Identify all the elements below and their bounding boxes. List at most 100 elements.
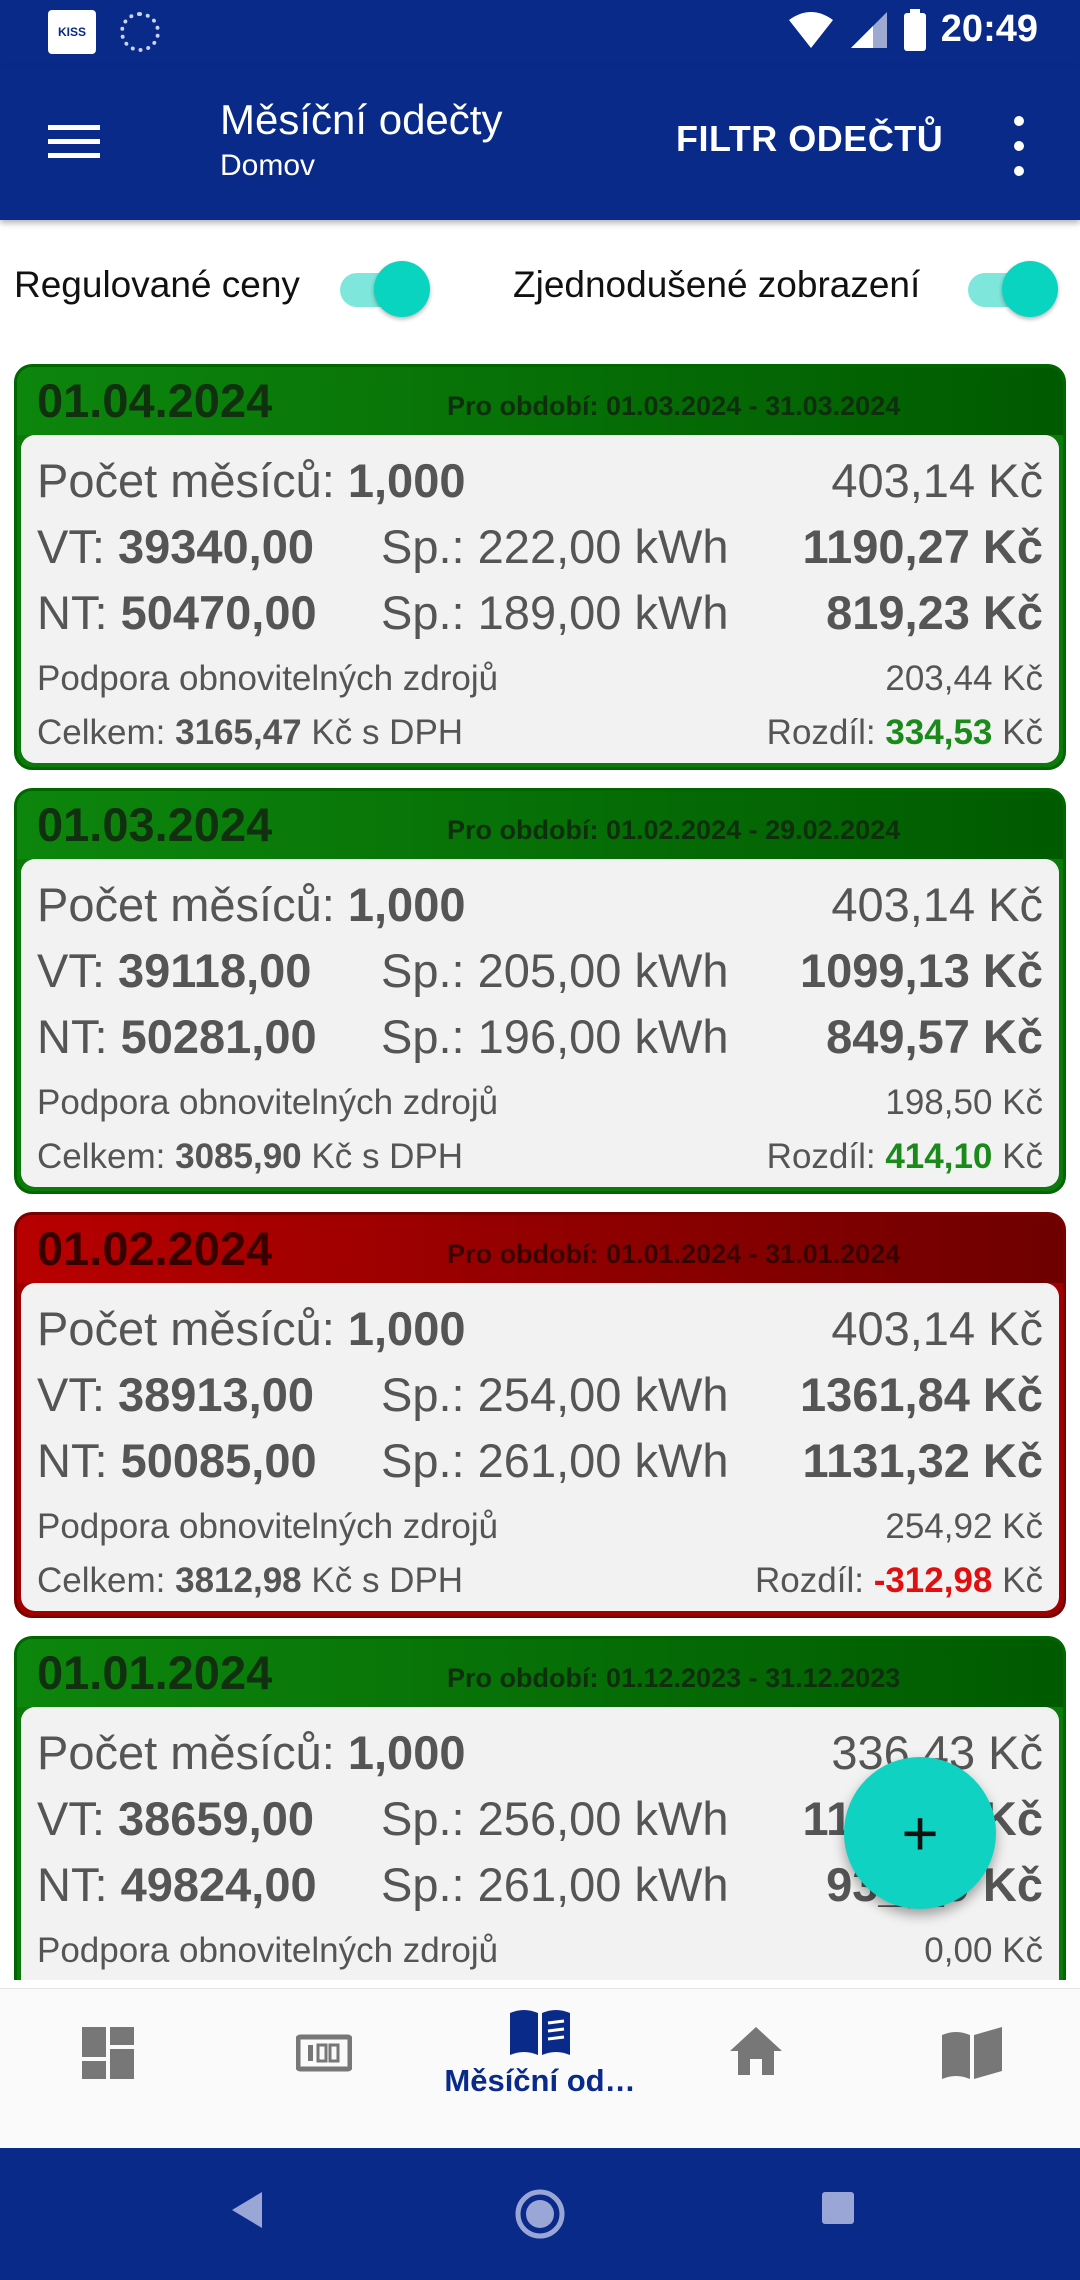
page-subtitle: Domov — [220, 149, 316, 182]
vt-row: VT: 39340,00 Sp.: 222,00 kWh 1190,27 Kč — [37, 519, 1043, 574]
nt-sp-label: Sp.: — [381, 586, 465, 639]
vt-value: 38913,00 — [117, 1368, 315, 1421]
reading-card[interactable]: 01.04.2024 Pro období: 01.03.2024 - 31.0… — [14, 364, 1066, 770]
months-label: Počet měsíců: — [37, 454, 335, 507]
total-row: Celkem: 3085,90 Kč s DPH Rozdíl: 414,10 … — [37, 1137, 1043, 1177]
support-row: Podpora obnovitelných zdrojů 254,92 Kč — [37, 1507, 1043, 1547]
sync-icon — [120, 12, 160, 52]
kiss-app-icon: KISS — [48, 10, 96, 54]
difference-value: 414,10 — [885, 1137, 993, 1176]
home-icon — [730, 2027, 782, 2075]
total-value: 3812,98 — [175, 1561, 302, 1600]
vt-row: VT: 38913,00 Sp.: 254,00 kWh 1361,84 Kč — [37, 1367, 1043, 1422]
nt-sp-label: Sp.: — [381, 1434, 465, 1487]
nav-item-home[interactable] — [648, 1989, 864, 2149]
total-suffix: Kč s DPH — [311, 1137, 464, 1176]
nt-label: NT: — [37, 586, 108, 639]
difference-label: Rozdíl: — [766, 1137, 876, 1176]
simplified-view-label: Zjednodušené zobrazení — [513, 264, 921, 305]
nav-item-meter[interactable] — [216, 1989, 432, 2149]
vt-consumption: 256,00 kWh — [477, 1792, 729, 1845]
support-cost: 198,50 Kč — [885, 1083, 1043, 1122]
vt-cost: 1099,13 Kč — [799, 944, 1043, 997]
total-label: Celkem: — [37, 1561, 166, 1600]
months-row: Počet měsíců: 1,000 403,14 Kč — [37, 877, 1043, 932]
support-row: Podpora obnovitelných zdrojů 0,00 Kč — [37, 1931, 1043, 1971]
total-row: Celkem: 3165,47 Kč s DPH Rozdíl: 334,53 … — [37, 713, 1043, 753]
nt-sp-label: Sp.: — [381, 1010, 465, 1063]
vt-cost: 1361,84 Kč — [799, 1368, 1043, 1421]
nt-label: NT: — [37, 1858, 108, 1911]
more-options-icon[interactable] — [1004, 116, 1034, 176]
support-row: Podpora obnovitelných zdrojů 198,50 Kč — [37, 1083, 1043, 1123]
vt-value: 39340,00 — [117, 520, 315, 573]
total-label: Celkem: — [37, 1137, 166, 1176]
recents-icon[interactable] — [820, 2188, 856, 2228]
total-suffix: Kč s DPH — [311, 713, 464, 752]
support-label: Podpora obnovitelných zdrojů — [37, 1931, 499, 1970]
status-time: 20:49 — [940, 8, 1038, 50]
meter-icon — [296, 2034, 352, 2072]
nt-label: NT: — [37, 1010, 108, 1063]
vt-sp-label: Sp.: — [381, 1792, 465, 1845]
nt-cost: 849,57 Kč — [826, 1010, 1043, 1063]
system-navigation-bar — [0, 2148, 1080, 2280]
total-label: Celkem: — [37, 713, 166, 752]
total-value: 3085,90 — [175, 1137, 302, 1176]
fixed-cost: 403,14 Kč — [831, 1302, 1043, 1355]
nt-consumption: 261,00 kWh — [477, 1434, 729, 1487]
reading-period: Pro období: 01.03.2024 - 31.03.2024 — [447, 391, 901, 421]
wifi-icon — [788, 11, 833, 48]
reading-card-body: Počet měsíců: 1,000 403,14 Kč VT: 39118,… — [21, 859, 1059, 1187]
difference-label: Rozdíl: — [755, 1561, 864, 1600]
support-cost: 0,00 Kč — [924, 1931, 1043, 1970]
add-reading-button[interactable]: + — [844, 1757, 996, 1909]
nav-item-manual[interactable] — [864, 1989, 1080, 2149]
support-cost: 254,92 Kč — [885, 1507, 1043, 1546]
vt-consumption: 254,00 kWh — [477, 1368, 729, 1421]
reading-card-body: Počet měsíců: 1,000 403,14 Kč VT: 38913,… — [21, 1283, 1059, 1611]
months-value: 1,000 — [347, 1302, 466, 1355]
reading-date: 01.02.2024 — [37, 1222, 273, 1275]
regulated-prices-switch[interactable] — [340, 258, 430, 318]
simplified-view-switch[interactable] — [968, 258, 1058, 318]
reading-card-header: 01.01.2024 Pro období: 01.12.2023 - 31.1… — [17, 1639, 1063, 1707]
reading-period: Pro období: 01.12.2023 - 31.12.2023 — [447, 1663, 901, 1693]
difference-currency: Kč — [1002, 1137, 1043, 1176]
difference-label: Rozdíl: — [766, 713, 876, 752]
nt-row: NT: 50085,00 Sp.: 261,00 kWh 1131,32 Kč — [37, 1433, 1043, 1488]
readings-list[interactable]: 01.04.2024 Pro období: 01.03.2024 - 31.0… — [0, 364, 1080, 1980]
kiss-logo-text: KISS — [57, 25, 86, 39]
support-row: Podpora obnovitelných zdrojů 203,44 Kč — [37, 659, 1043, 699]
months-label: Počet měsíců: — [37, 1302, 335, 1355]
reading-card-header: 01.03.2024 Pro období: 01.02.2024 - 29.0… — [17, 791, 1063, 859]
nt-row: NT: 50281,00 Sp.: 196,00 kWh 849,57 Kč — [37, 1009, 1043, 1064]
support-cost: 203,44 Kč — [885, 659, 1043, 698]
nt-row: NT: 50470,00 Sp.: 189,00 kWh 819,23 Kč — [37, 585, 1043, 640]
plus-icon: + — [901, 1797, 939, 1869]
months-value: 1,000 — [347, 1726, 466, 1779]
status-bar: KISS 20:49 — [0, 0, 1080, 66]
months-label: Počet měsíců: — [37, 878, 335, 931]
book-icon — [510, 2010, 570, 2055]
months-value: 1,000 — [347, 454, 466, 507]
support-label: Podpora obnovitelných zdrojů — [37, 1083, 499, 1122]
nav-item-dashboard[interactable] — [0, 1989, 216, 2149]
reading-card-header: 01.02.2024 Pro období: 01.01.2024 - 31.0… — [17, 1215, 1063, 1283]
vt-value: 39118,00 — [117, 944, 312, 997]
reading-card[interactable]: 01.03.2024 Pro období: 01.02.2024 - 29.0… — [14, 788, 1066, 1194]
nav-label-monthly-readings: Měsíční od… — [444, 2063, 636, 2098]
home-system-icon[interactable] — [514, 2188, 566, 2240]
nav-item-monthly-readings[interactable]: Měsíční od… — [432, 1989, 648, 2149]
reading-card[interactable]: 01.02.2024 Pro období: 01.01.2024 - 31.0… — [14, 1212, 1066, 1618]
vt-value: 38659,00 — [117, 1792, 315, 1845]
back-icon[interactable] — [226, 2188, 266, 2232]
filter-readings-button[interactable]: FILTR ODEČTŮ — [676, 118, 943, 160]
vt-cost: 1190,27 Kč — [802, 520, 1043, 573]
bottom-navigation: Měsíční od… — [0, 1988, 1080, 2148]
menu-icon[interactable] — [44, 116, 104, 172]
reading-card-body: Počet měsíců: 1,000 403,14 Kč VT: 39340,… — [21, 435, 1059, 763]
reading-date: 01.01.2024 — [37, 1646, 273, 1699]
difference-value: 334,53 — [885, 713, 993, 752]
nt-cost: 1131,32 Kč — [802, 1434, 1043, 1487]
